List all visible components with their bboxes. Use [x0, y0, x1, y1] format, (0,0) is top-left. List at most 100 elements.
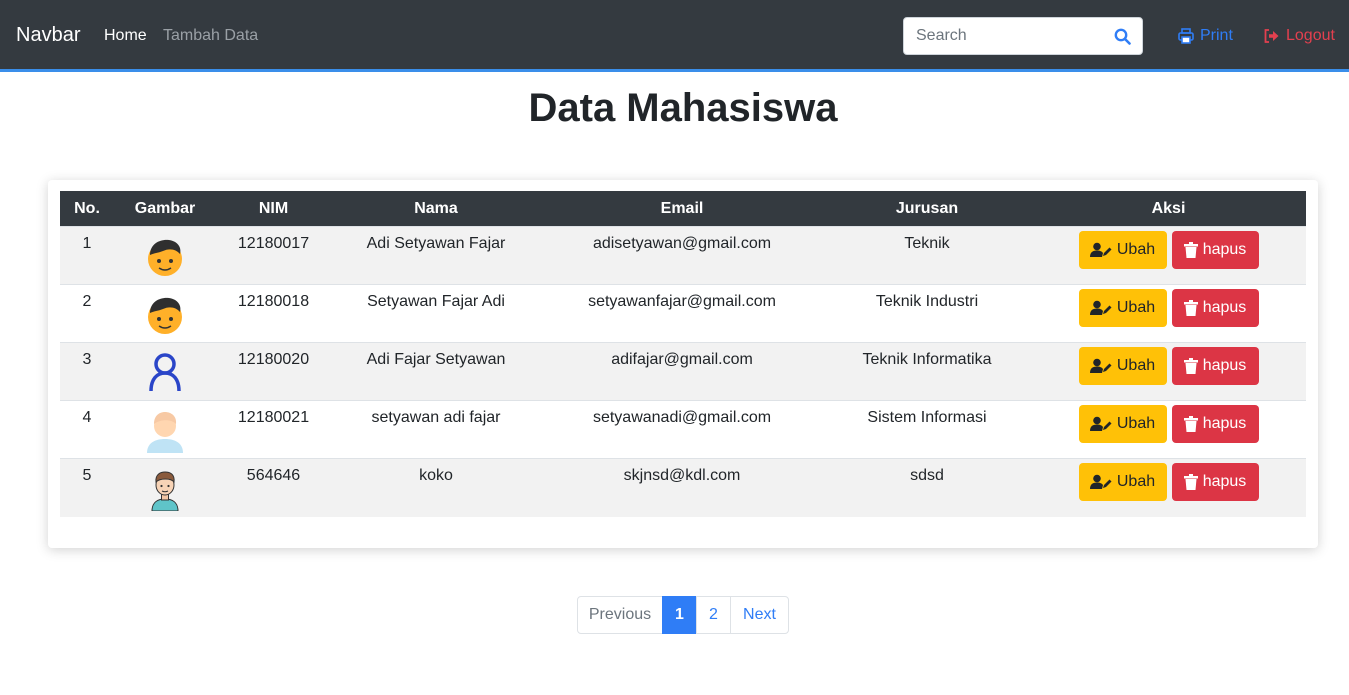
cell-no: 4	[82, 409, 92, 426]
man-avatar-icon	[151, 471, 179, 511]
user-edit-icon	[1089, 242, 1112, 257]
logout-label: Logout	[1286, 27, 1335, 44]
boy-avatar-icon	[148, 297, 182, 334]
cell-gambar	[114, 459, 216, 517]
trash-icon	[1183, 358, 1198, 374]
table-header-row: No. Gambar NIM Nama Email Jurusan Aksi	[60, 191, 1306, 227]
edit-button[interactable]: Ubah	[1078, 405, 1167, 443]
delete-button[interactable]: hapus	[1171, 405, 1259, 443]
cell-email: adifajar@gmail.com	[611, 351, 753, 368]
mahasiswa-table: No. Gambar NIM Nama Email Jurusan Aksi 1	[60, 191, 1306, 517]
edit-button[interactable]: Ubah	[1078, 289, 1167, 327]
table-row: 3 12180020 Adi Fajar Setyawan adifajar@g…	[60, 342, 1306, 401]
table-row: 1 12180017 Adi Setyawan Fajar adisetyawa…	[60, 226, 1306, 285]
cell-nim: 564646	[246, 467, 301, 484]
delete-label: hapus	[1202, 299, 1247, 316]
edit-label: Ubah	[1116, 473, 1156, 490]
column-header-gambar: Gambar	[134, 199, 196, 217]
nav-link-home[interactable]: Home	[104, 27, 147, 45]
cell-nim: 12180020	[237, 351, 310, 368]
table-row: 4 12180021 setyawan adi fajar setyawanad…	[60, 400, 1306, 459]
person-avatar-icon	[147, 412, 183, 453]
cell-gambar	[114, 401, 216, 459]
cell-no: 2	[82, 293, 92, 310]
pagination-previous[interactable]: Previous	[577, 596, 663, 634]
cell-jurusan: sdsd	[910, 467, 944, 484]
cell-email: setyawanadi@gmail.com	[592, 409, 772, 426]
pagination-page-2[interactable]: 2	[696, 596, 731, 634]
cell-nama: Adi Fajar Setyawan	[366, 351, 506, 368]
table-row: 5 564646 koko skjnsd@kdl.com sdsd Ubah h…	[60, 458, 1306, 517]
user-edit-icon	[1089, 416, 1112, 431]
print-label: Print	[1200, 27, 1233, 44]
cell-jurusan: Teknik Informatika	[862, 351, 992, 368]
data-card: No. Gambar NIM Nama Email Jurusan Aksi 1	[48, 180, 1318, 548]
delete-label: hapus	[1202, 357, 1247, 374]
column-header-nim: NIM	[258, 199, 289, 217]
trash-icon	[1183, 474, 1198, 490]
cell-email: setyawanfajar@gmail.com	[588, 293, 776, 310]
delete-button[interactable]: hapus	[1171, 347, 1259, 385]
pagination-page-1[interactable]: 1	[662, 596, 697, 634]
cell-nim: 12180017	[237, 235, 310, 252]
search-icon	[1114, 28, 1131, 45]
cell-nama: setyawan adi fajar	[371, 409, 501, 426]
table-row: 2 12180018 Setyawan Fajar Adi setyawanfa…	[60, 284, 1306, 343]
cell-gambar	[114, 285, 216, 343]
trash-icon	[1183, 242, 1198, 258]
trash-icon	[1183, 416, 1198, 432]
column-header-aksi: Aksi	[1151, 199, 1186, 217]
cell-gambar	[114, 343, 216, 401]
cell-aksi: Ubah hapus	[1031, 459, 1306, 517]
cell-nama: Adi Setyawan Fajar	[366, 235, 506, 252]
cell-no: 1	[82, 235, 92, 252]
print-icon	[1178, 28, 1194, 44]
cell-nama: koko	[419, 467, 453, 484]
user-edit-icon	[1089, 358, 1112, 373]
pagination: Previous 1 2 Next	[577, 596, 789, 634]
print-link[interactable]: Print	[1178, 27, 1233, 45]
cell-nim: 12180018	[237, 293, 310, 310]
page-title: Data Mahasiswa	[528, 86, 838, 130]
edit-label: Ubah	[1116, 241, 1156, 258]
pagination-next[interactable]: Next	[730, 596, 789, 634]
nav-link-tambah-data[interactable]: Tambah Data	[163, 27, 258, 45]
search-input[interactable]	[904, 18, 1102, 54]
navbar-brand[interactable]: Navbar	[16, 24, 80, 47]
delete-label: hapus	[1202, 473, 1247, 490]
column-header-email: Email	[660, 199, 704, 217]
cell-aksi: Ubah hapus	[1031, 227, 1306, 285]
search-button[interactable]	[1102, 18, 1142, 54]
cell-jurusan: Teknik Industri	[875, 293, 979, 310]
cell-nim: 12180021	[237, 409, 310, 426]
cell-nama: Setyawan Fajar Adi	[367, 293, 505, 310]
user-outline-avatar-icon	[149, 353, 181, 392]
edit-label: Ubah	[1116, 299, 1156, 316]
cell-gambar	[114, 227, 216, 285]
edit-label: Ubah	[1116, 415, 1156, 432]
delete-label: hapus	[1202, 241, 1247, 258]
edit-label: Ubah	[1116, 357, 1156, 374]
user-edit-icon	[1089, 300, 1112, 315]
cell-aksi: Ubah hapus	[1031, 343, 1306, 401]
delete-button[interactable]: hapus	[1171, 231, 1259, 269]
edit-button[interactable]: Ubah	[1078, 463, 1167, 501]
delete-button[interactable]: hapus	[1171, 289, 1259, 327]
cell-email: adisetyawan@gmail.com	[592, 235, 772, 252]
column-header-no: No.	[74, 199, 100, 217]
boy-avatar-icon	[148, 239, 182, 276]
user-edit-icon	[1089, 474, 1112, 489]
cell-email: skjnsd@kdl.com	[623, 467, 741, 484]
delete-button[interactable]: hapus	[1171, 463, 1259, 501]
navbar: Navbar Home Tambah Data Print Logout	[0, 0, 1349, 72]
edit-button[interactable]: Ubah	[1078, 347, 1167, 385]
cell-aksi: Ubah hapus	[1031, 285, 1306, 343]
column-header-nama: Nama	[414, 199, 458, 217]
cell-jurusan: Teknik	[904, 235, 950, 252]
trash-icon	[1183, 300, 1198, 316]
cell-jurusan: Sistem Informasi	[867, 409, 987, 426]
edit-button[interactable]: Ubah	[1078, 231, 1167, 269]
cell-no: 3	[82, 351, 92, 368]
cell-aksi: Ubah hapus	[1031, 401, 1306, 459]
logout-link[interactable]: Logout	[1263, 27, 1335, 45]
